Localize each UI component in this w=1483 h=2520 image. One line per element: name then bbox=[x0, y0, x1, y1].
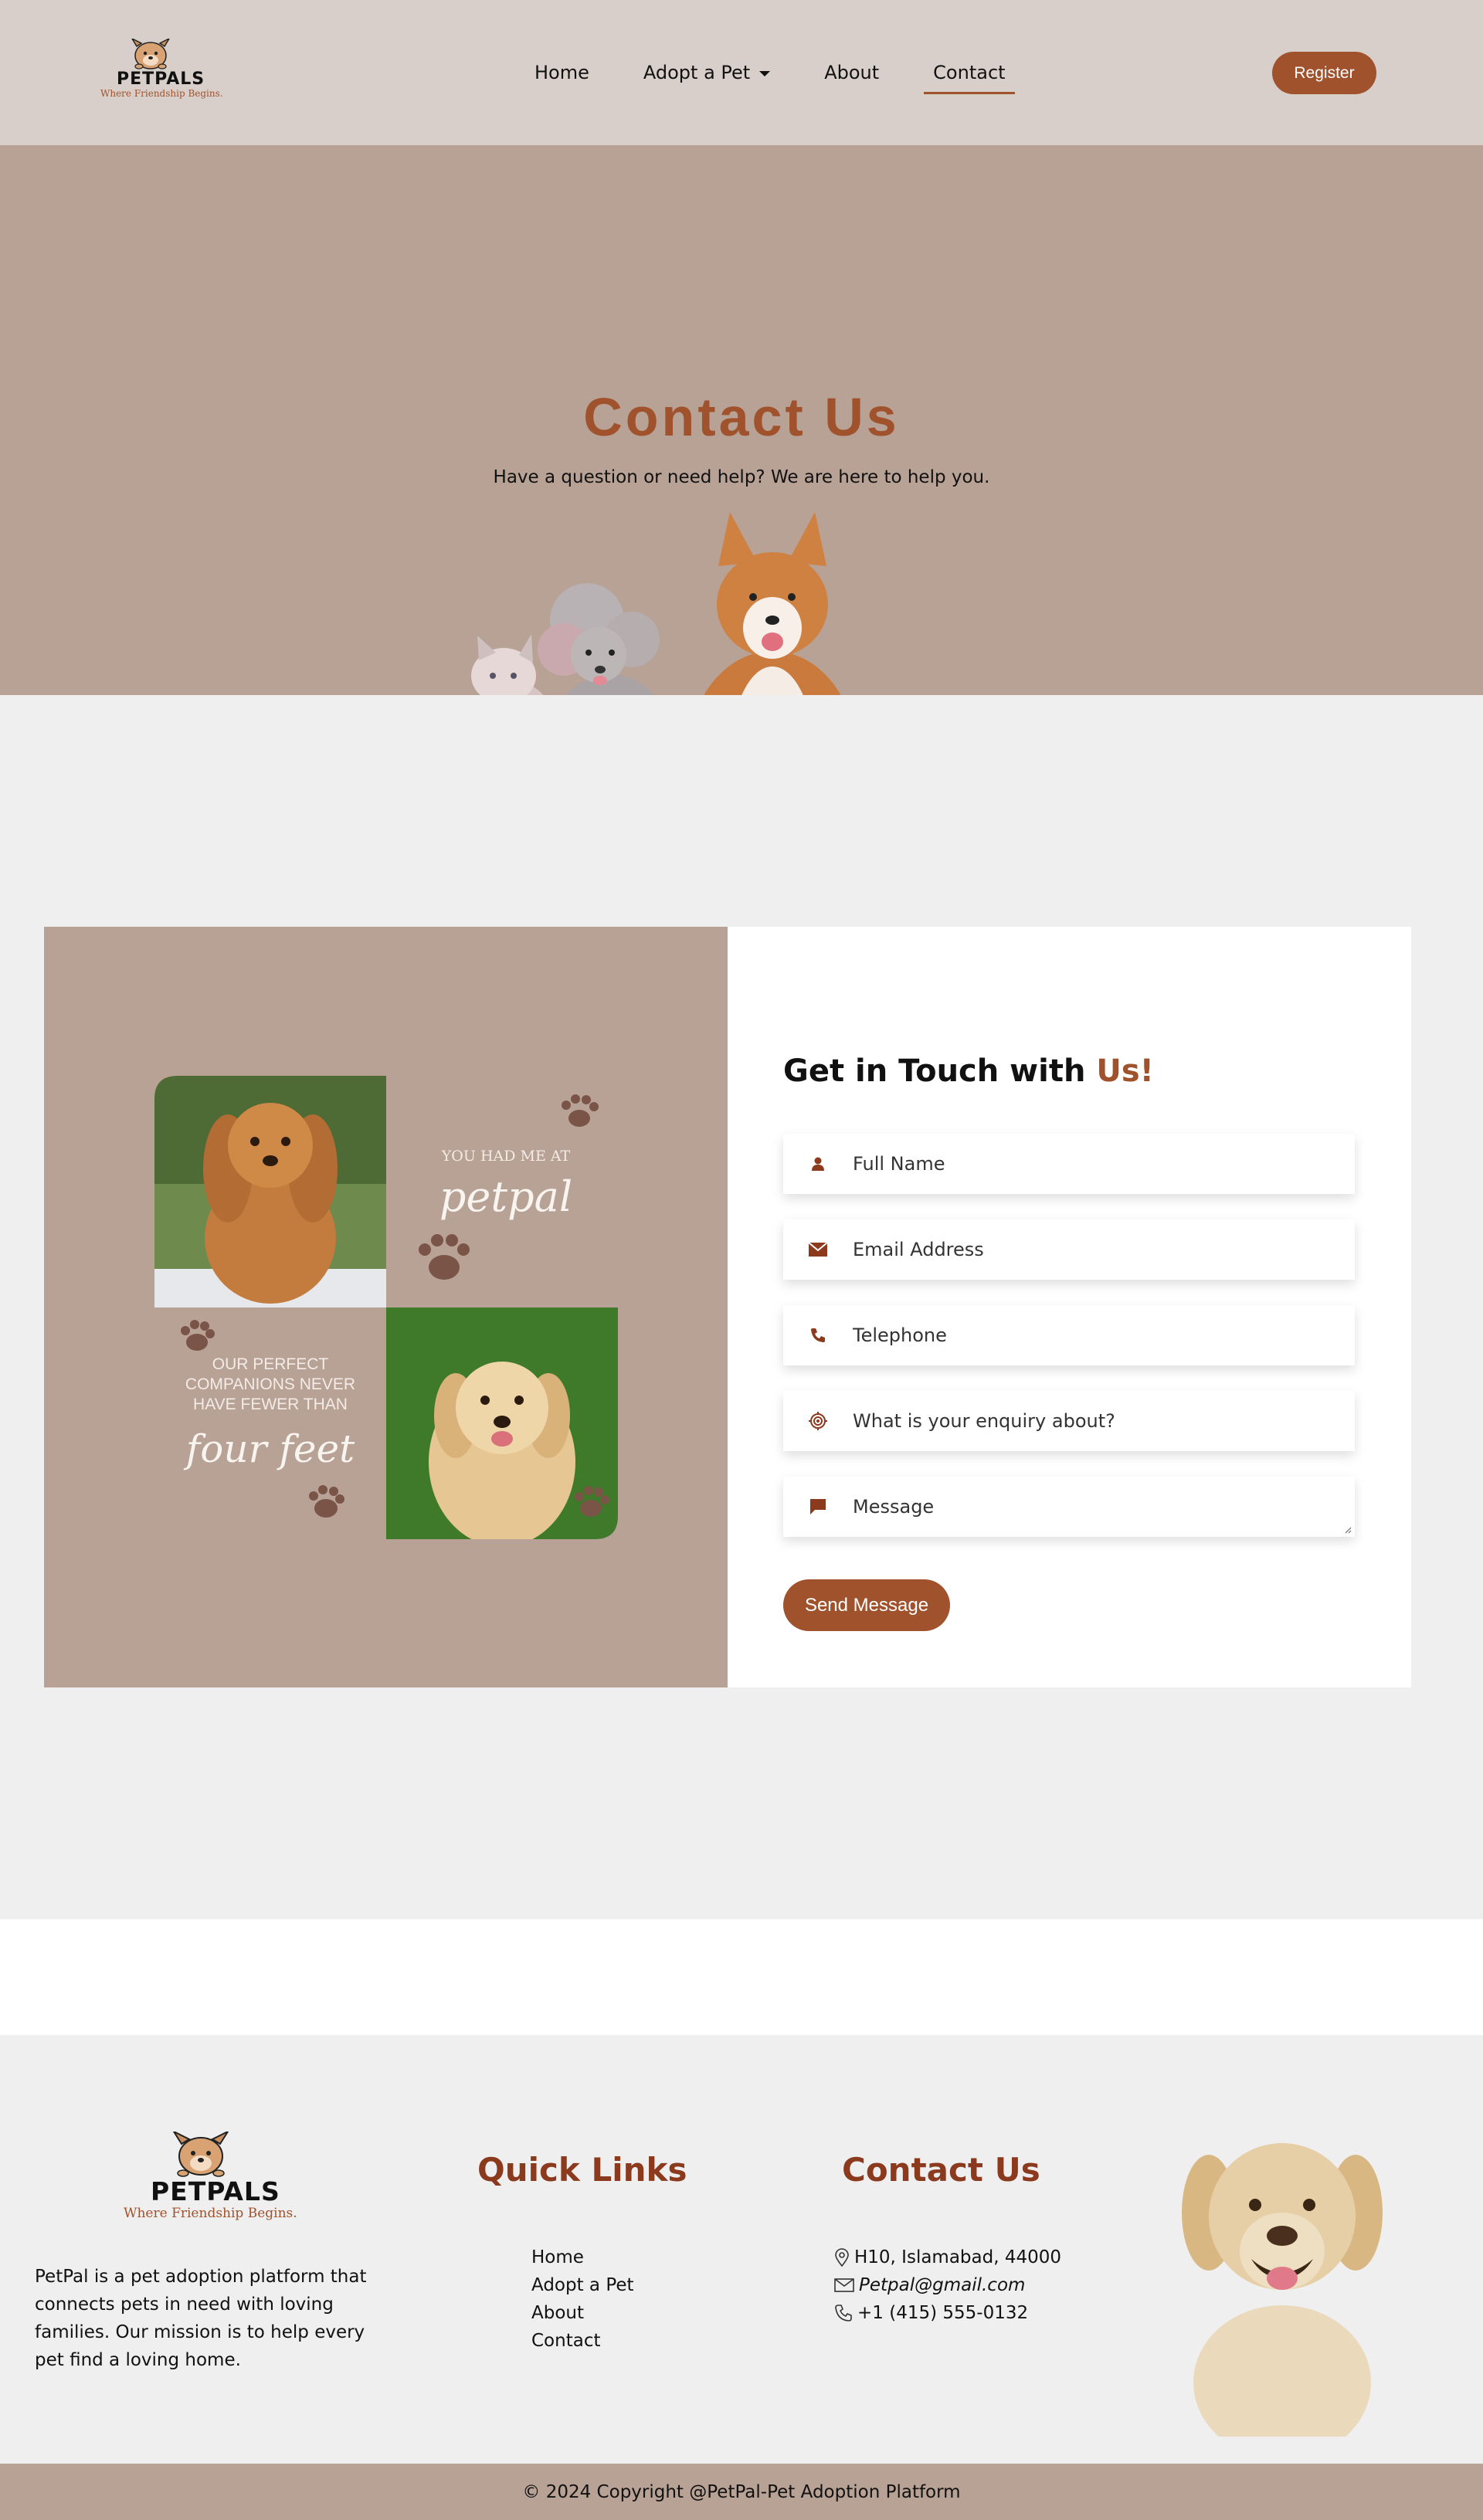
person-icon bbox=[783, 1156, 853, 1172]
chat-icon bbox=[783, 1498, 853, 1515]
address-text: H10, Islamabad, 44000 bbox=[854, 2247, 1062, 2267]
hero-subtitle: Have a question or need help? We are her… bbox=[493, 467, 990, 487]
email-text[interactable]: Petpal@gmail.com bbox=[859, 2271, 1025, 2299]
footer-tagline: Where Friendship Begins. bbox=[124, 2206, 297, 2221]
target-icon bbox=[783, 1412, 853, 1430]
collage-line1: YOU HAD ME AT bbox=[441, 1148, 571, 1165]
nav-contact[interactable]: Contact bbox=[924, 60, 1015, 94]
paw-print-icon bbox=[181, 1320, 215, 1351]
phone-icon bbox=[783, 1327, 853, 1344]
quick-links-list: Home Adopt a Pet About Contact bbox=[531, 2244, 634, 2355]
footer-contact-info: H10, Islamabad, 44000 Petpal@gmail.com +… bbox=[834, 2244, 1061, 2327]
collage-line2c: HAVE FEWER THAN bbox=[193, 1396, 348, 1413]
collage-panel: YOU HAD ME AT petpal OUR PERFECT COMPANI… bbox=[44, 927, 728, 1687]
copyright-bar: © 2024 Copyright @PetPal-Pet Adoption Pl… bbox=[0, 2464, 1483, 2520]
send-message-button[interactable]: Send Message bbox=[783, 1579, 950, 1631]
corgi-image bbox=[704, 512, 841, 695]
collage-line2a: OUR PERFECT bbox=[212, 1355, 329, 1373]
page-title: Contact Us bbox=[583, 387, 900, 447]
collage-script2: four feet bbox=[183, 1426, 355, 1471]
contact-form-panel: Get in Touch with Us! Full Name Email Ad… bbox=[728, 927, 1411, 1687]
nav-adopt-label: Adopt a Pet bbox=[643, 62, 751, 83]
map-pin-icon bbox=[835, 2248, 849, 2267]
address-row: H10, Islamabad, 44000 bbox=[834, 2244, 1061, 2271]
nav-about[interactable]: About bbox=[815, 60, 888, 85]
phone-row: +1 (415) 555-0132 bbox=[834, 2299, 1061, 2327]
message-textarea[interactable]: Message bbox=[783, 1477, 1355, 1537]
main-nav: Home Adopt a Pet About Contact bbox=[525, 60, 1015, 94]
phone-icon bbox=[835, 2305, 852, 2322]
register-button[interactable]: Register bbox=[1272, 52, 1376, 94]
footer-link-adopt-a-pet[interactable]: Adopt a Pet bbox=[531, 2271, 634, 2299]
full-name-placeholder: Full Name bbox=[853, 1153, 945, 1175]
form-title: Get in Touch with Us! bbox=[783, 1053, 1154, 1089]
footer-link-contact[interactable]: Contact bbox=[531, 2327, 634, 2355]
paw-print-icon bbox=[309, 1485, 344, 1518]
chevron-down-icon bbox=[759, 70, 771, 76]
spaniel-puppy-image bbox=[154, 1076, 386, 1307]
paw-print-icon bbox=[562, 1094, 599, 1127]
enquiry-placeholder: What is your enquiry about? bbox=[853, 1410, 1115, 1432]
paw-print-icon bbox=[419, 1234, 470, 1280]
contact-section: YOU HAD ME AT petpal OUR PERFECT COMPANI… bbox=[0, 695, 1483, 1919]
brand-name: PETPALS bbox=[117, 70, 205, 89]
resize-handle-icon[interactable] bbox=[1342, 1525, 1352, 1534]
envelope-icon bbox=[834, 2278, 854, 2292]
enquiry-field[interactable]: What is your enquiry about? bbox=[783, 1391, 1355, 1451]
brand-tagline: Where Friendship Begins. bbox=[100, 88, 223, 99]
footer-link-about[interactable]: About bbox=[531, 2299, 634, 2327]
phone-text[interactable]: +1 (415) 555-0132 bbox=[857, 2299, 1028, 2327]
quick-links-heading: Quick Links bbox=[477, 2151, 687, 2189]
form-title-accent: Us! bbox=[1096, 1053, 1154, 1089]
contact-heading: Contact Us bbox=[842, 2151, 1040, 2189]
footer-link-home[interactable]: Home bbox=[531, 2244, 634, 2271]
collage-script1: petpal bbox=[439, 1172, 572, 1221]
pets-group-image bbox=[471, 512, 841, 695]
footer: PETPALS Where Friendship Begins. PetPal … bbox=[0, 2035, 1483, 2464]
labrador-image bbox=[1182, 2143, 1383, 2437]
telephone-field[interactable]: Telephone bbox=[783, 1305, 1355, 1365]
nav-adopt-a-pet[interactable]: Adopt a Pet bbox=[634, 60, 779, 85]
spacer-band bbox=[0, 1919, 1483, 2035]
message-placeholder: Message bbox=[853, 1496, 935, 1518]
envelope-icon bbox=[783, 1243, 853, 1257]
footer-about-text: PetPal is a pet adoption platform that c… bbox=[35, 2267, 367, 2370]
footer-brand-name: PETPALS bbox=[151, 2176, 280, 2206]
full-name-field[interactable]: Full Name bbox=[783, 1134, 1355, 1194]
collage-line2b: COMPANIONS NEVER bbox=[185, 1375, 355, 1393]
pet-collage-image: YOU HAD ME AT petpal OUR PERFECT COMPANI… bbox=[154, 1076, 618, 1539]
email-field[interactable]: Email Address bbox=[783, 1219, 1355, 1280]
email-placeholder: Email Address bbox=[853, 1239, 984, 1260]
copyright-text: © 2024 Copyright @PetPal-Pet Adoption Pl… bbox=[522, 2481, 961, 2502]
hero-banner: Contact Us Have a question or need help?… bbox=[0, 145, 1483, 695]
form-title-main: Get in Touch with bbox=[783, 1053, 1097, 1089]
navbar: PETPALS Where Friendship Begins. Home Ad… bbox=[0, 0, 1483, 145]
email-row: Petpal@gmail.com bbox=[834, 2271, 1061, 2299]
nav-home[interactable]: Home bbox=[525, 60, 599, 85]
brand-logo[interactable]: PETPALS Where Friendship Begins. bbox=[97, 39, 223, 105]
golden-retriever-puppy-image bbox=[386, 1307, 618, 1539]
footer-logo[interactable]: PETPALS Where Friendship Begins. bbox=[120, 2129, 297, 2228]
poodle-image bbox=[538, 583, 660, 695]
telephone-placeholder: Telephone bbox=[853, 1324, 947, 1346]
